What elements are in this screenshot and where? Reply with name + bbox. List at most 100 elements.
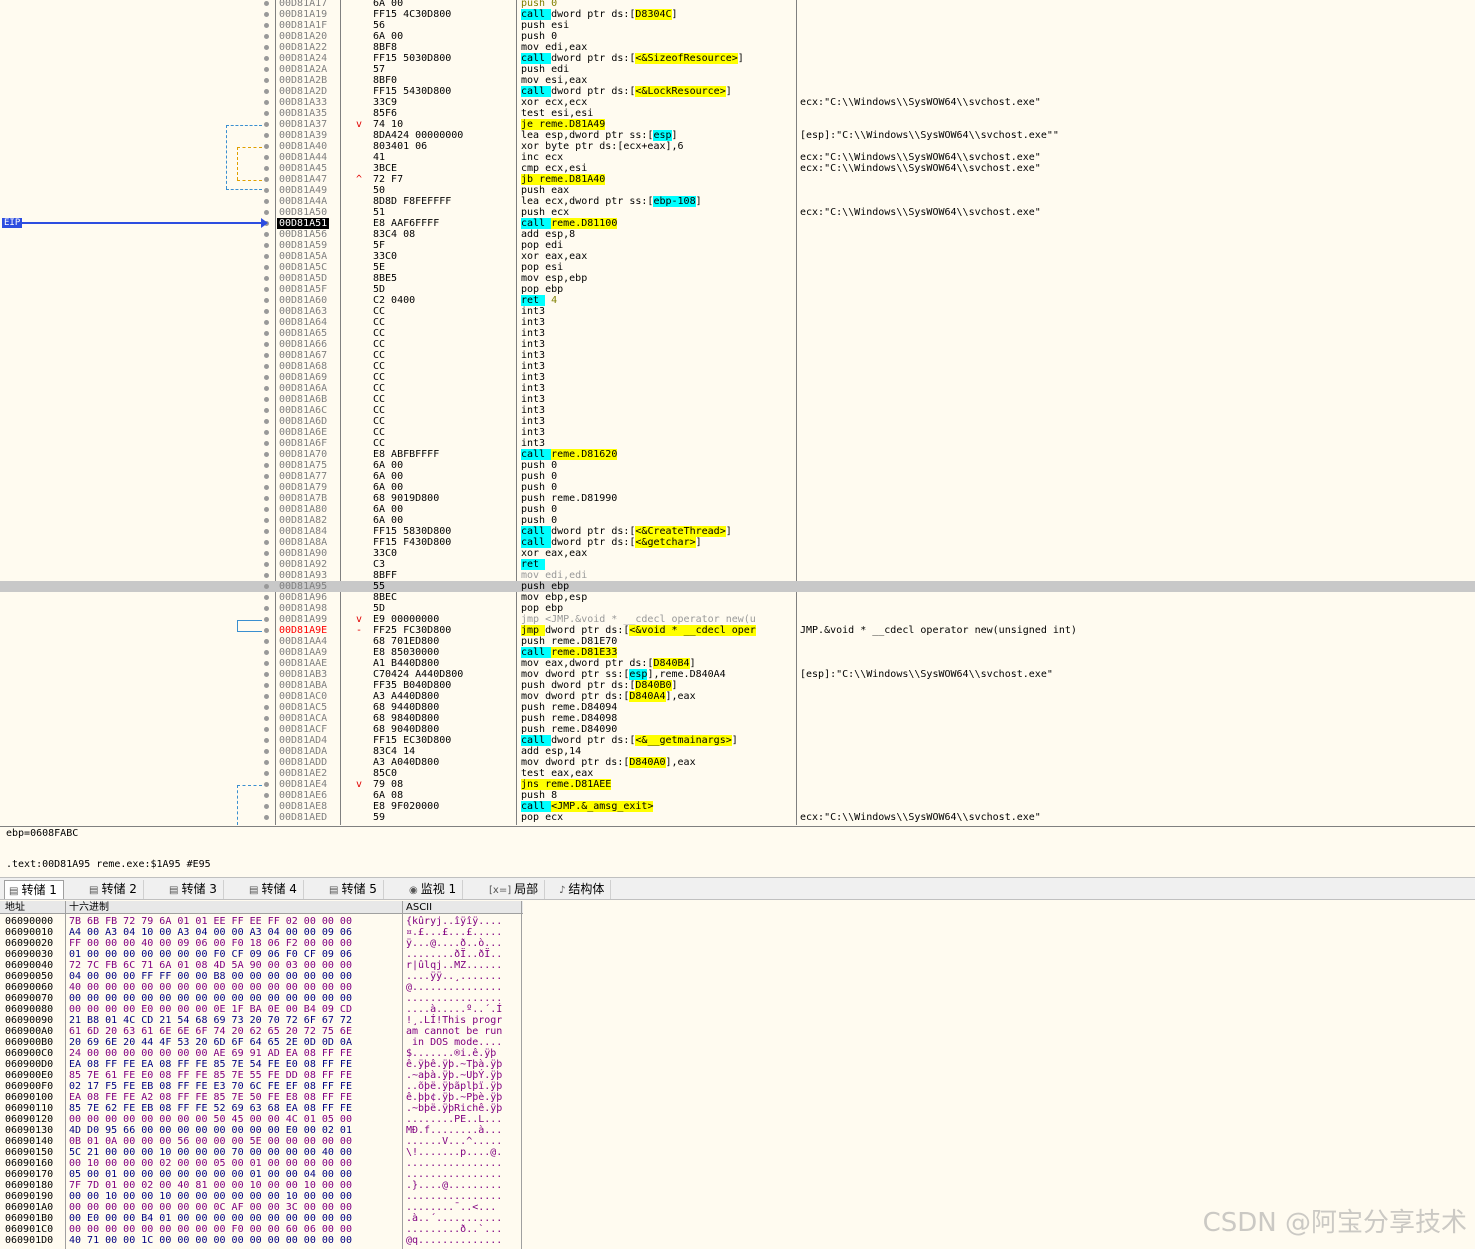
instruction-row[interactable]: 00D81A44 41 inc ecx ecx:"C:\\Windows\\SysWO… [0, 152, 1475, 163]
dump-row[interactable]: 060901A0 00 00 00 00 00 00 00 00 0C AF 00… [0, 1202, 523, 1213]
breakpoint-dot-icon[interactable] [264, 265, 269, 270]
breakpoint-dot-icon[interactable] [264, 276, 269, 281]
breakpoint-dot-icon[interactable] [264, 430, 269, 435]
breakpoint-dot-icon[interactable] [264, 375, 269, 380]
instruction-row[interactable]: 00D81A19 FF15 4C30D800 call dword ptr ds:[… [0, 9, 1475, 20]
breakpoint-dot-icon[interactable] [264, 661, 269, 666]
breakpoint-dot-icon[interactable] [264, 232, 269, 237]
instruction-row[interactable]: 00D81A60 C2 0400 ret 4 [0, 295, 1475, 306]
instruction-row[interactable]: 00D81A96 8BEC mov ebp,esp [0, 592, 1475, 603]
instruction-row[interactable]: 00D81A5D 8BE5 mov esp,ebp [0, 273, 1475, 284]
dump-row[interactable]: 06090120 00 00 00 00 00 00 00 00 50 45 00… [0, 1114, 523, 1125]
instruction-row[interactable]: 00D81A65 CC int3 [0, 328, 1475, 339]
instruction-row[interactable]: 00D81ADD A3 A040D800 mov dword ptr ds:[D84… [0, 757, 1475, 768]
breakpoint-dot-icon[interactable] [264, 529, 269, 534]
instruction-row[interactable]: 00D81AD4 FF15 EC30D800 call dword ptr ds:[… [0, 735, 1475, 746]
dump-row[interactable]: 06090110 85 7E 62 FE EB 08 FF FE 52 69 63… [0, 1103, 523, 1114]
breakpoint-dot-icon[interactable] [264, 298, 269, 303]
dump-row[interactable]: 06090140 0B 01 0A 00 00 00 56 00 00 00 5E… [0, 1136, 523, 1147]
instruction-row[interactable]: 00D81A17 6A 00 push 0 [0, 0, 1475, 9]
instruction-row[interactable]: 00D81A63 CC int3 [0, 306, 1475, 317]
instruction-row[interactable]: 00D81A82 6A 00 push 0 [0, 515, 1475, 526]
dump-row[interactable]: 060901C0 00 00 00 00 00 00 00 00 00 F0 00… [0, 1224, 523, 1235]
breakpoint-dot-icon[interactable] [264, 617, 269, 622]
breakpoint-dot-icon[interactable] [264, 210, 269, 215]
breakpoint-dot-icon[interactable] [264, 45, 269, 50]
breakpoint-dot-icon[interactable] [264, 672, 269, 677]
breakpoint-dot-icon[interactable] [264, 485, 269, 490]
instruction-row[interactable]: 00D81A4A 8D8D F8FEFFFF lea ecx,dword ptr s… [0, 196, 1475, 207]
instruction-row[interactable]: 00D81A77 6A 00 push 0 [0, 471, 1475, 482]
breakpoint-dot-icon[interactable] [264, 1, 269, 6]
breakpoint-dot-icon[interactable] [264, 441, 269, 446]
instruction-row[interactable]: 00D81AC0 A3 A440D800 mov dword ptr ds:[D84… [0, 691, 1475, 702]
breakpoint-dot-icon[interactable] [264, 749, 269, 754]
tab-locals[interactable]: [x=] 局部 [485, 880, 546, 899]
breakpoint-dot-icon[interactable] [264, 254, 269, 259]
instruction-row[interactable]: 00D81A5A 33C0 xor eax,eax [0, 251, 1475, 262]
instruction-row[interactable]: 00D81A99 v E9 00000000 jmp <JMP.&void * __c… [0, 614, 1475, 625]
breakpoint-dot-icon[interactable] [264, 650, 269, 655]
instruction-row[interactable]: 00D81A5C 5E pop esi [0, 262, 1475, 273]
instruction-row[interactable]: 00D81A2D FF15 5430D800 call dword ptr ds:[… [0, 86, 1475, 97]
breakpoint-dot-icon[interactable] [264, 463, 269, 468]
instruction-row[interactable]: 00D81A92 C3 ret [0, 559, 1475, 570]
dump-row[interactable]: 06090160 00 10 00 00 00 02 00 00 05 00 01… [0, 1158, 523, 1169]
breakpoint-dot-icon[interactable] [264, 199, 269, 204]
instruction-row[interactable]: 00D81AE4 v 79 08 jns reme.D81AEE [0, 779, 1475, 790]
instruction-row[interactable]: 00D81A2A 57 push edi [0, 64, 1475, 75]
disassembly-view[interactable]: 00D81A17 6A 00 push 0 00D81A19 FF15 4C30D800… [0, 0, 1475, 825]
instruction-row[interactable]: 00D81A90 33C0 xor eax,eax [0, 548, 1475, 559]
breakpoint-dot-icon[interactable] [264, 23, 269, 28]
instruction-row[interactable]: 00D81AE6 6A 08 push 8 [0, 790, 1475, 801]
tab-struct[interactable]: ♪ 结构体 [555, 880, 612, 899]
breakpoint-dot-icon[interactable] [264, 793, 269, 798]
instruction-row[interactable]: 00D81A39 8DA424 00000000 lea esp,dword ptr… [0, 130, 1475, 141]
instruction-row[interactable]: 00D81ACF 68 9040D800 push reme.D84090 [0, 724, 1475, 735]
dump-row[interactable]: 060900F0 02 17 F5 FE EB 08 FF FE E3 70 6C… [0, 1081, 523, 1092]
instruction-row[interactable]: 00D81A20 6A 00 push 0 [0, 31, 1475, 42]
breakpoint-dot-icon[interactable] [264, 705, 269, 710]
breakpoint-dot-icon[interactable] [264, 551, 269, 556]
dump-row[interactable]: 060900B0 20 69 6E 20 44 4F 53 20 6D 6F 64… [0, 1037, 523, 1048]
breakpoint-dot-icon[interactable] [264, 89, 269, 94]
breakpoint-dot-icon[interactable] [264, 518, 269, 523]
instruction-row[interactable]: 00D81AC5 68 9440D800 push reme.D84094 [0, 702, 1475, 713]
breakpoint-dot-icon[interactable] [264, 760, 269, 765]
breakpoint-dot-icon[interactable] [264, 133, 269, 138]
instruction-row[interactable]: 00D81A24 FF15 5030D800 call dword ptr ds:[… [0, 53, 1475, 64]
instruction-row[interactable]: 00D81A67 CC int3 [0, 350, 1475, 361]
dump-row[interactable]: 06090020 FF 00 00 00 40 00 09 06 00 F0 18… [0, 938, 523, 949]
dump-row[interactable]: 06090150 5C 21 00 00 00 10 00 00 00 70 00… [0, 1147, 523, 1158]
breakpoint-dot-icon[interactable] [264, 639, 269, 644]
dump-row[interactable]: 06090090 21 B8 01 4C CD 21 54 68 69 73 20… [0, 1015, 523, 1026]
instruction-row[interactable]: 00D81A50 51 push ecx ecx:"C:\\Windows\\SysW… [0, 207, 1475, 218]
instruction-row[interactable]: 00D81A98 5D pop ebp [0, 603, 1475, 614]
instruction-row[interactable]: 00D81A35 85F6 test esi,esi [0, 108, 1475, 119]
breakpoint-dot-icon[interactable] [264, 166, 269, 171]
instruction-row[interactable]: 00D81A33 33C9 xor ecx,ecx ecx:"C:\\Windows\… [0, 97, 1475, 108]
instruction-row[interactable]: 00D81A80 6A 00 push 0 [0, 504, 1475, 515]
instruction-row[interactable]: 00D81A84 FF15 5830D800 call dword ptr ds:[… [0, 526, 1475, 537]
instruction-row[interactable]: 00D81A6A CC int3 [0, 383, 1475, 394]
dump-row[interactable]: 060900D0 EA 08 FF FE EA 08 FF FE 85 7E 54… [0, 1059, 523, 1070]
instruction-row[interactable]: 00D81ADA 83C4 14 add esp,14 [0, 746, 1475, 757]
dump-row[interactable]: 060900E0 85 7E 61 FE E0 08 FF FE 85 7E 55… [0, 1070, 523, 1081]
dump-row[interactable]: 06090190 00 00 10 00 00 10 00 00 00 00 00… [0, 1191, 523, 1202]
dump-row[interactable]: 06090080 00 00 00 00 E0 00 00 00 0E 1F BA… [0, 1004, 523, 1015]
instruction-row[interactable]: 00D81A7B 68 9019D800 push reme.D81990 [0, 493, 1475, 504]
breakpoint-dot-icon[interactable] [264, 595, 269, 600]
instruction-row[interactable]: 00D81A6C CC int3 [0, 405, 1475, 416]
instruction-row[interactable]: 00D81A66 CC int3 [0, 339, 1475, 350]
breakpoint-dot-icon[interactable] [264, 507, 269, 512]
instruction-row[interactable]: 00D81A6D CC int3 [0, 416, 1475, 427]
dump-row[interactable]: 060901D0 40 71 00 00 1C 00 00 00 00 00 00… [0, 1235, 523, 1246]
dump-row[interactable]: 06090180 7F 7D 01 00 02 00 40 81 00 00 10… [0, 1180, 523, 1191]
instruction-row[interactable]: 00D81A37 v 74 10 je reme.D81A49 [0, 119, 1475, 130]
breakpoint-dot-icon[interactable] [264, 474, 269, 479]
instruction-row[interactable]: 00D81A9E - FF25 FC30D800 jmp dword ptr ds:[… [0, 625, 1475, 636]
tab-dump-3[interactable]: ▤ 转储 3 [165, 880, 224, 899]
breakpoint-dot-icon[interactable] [264, 606, 269, 611]
instruction-row[interactable]: 00D81A56 83C4 08 add esp,8 [0, 229, 1475, 240]
dump-row[interactable]: 060900A0 61 6D 20 63 61 6E 6E 6F 74 20 62… [0, 1026, 523, 1037]
